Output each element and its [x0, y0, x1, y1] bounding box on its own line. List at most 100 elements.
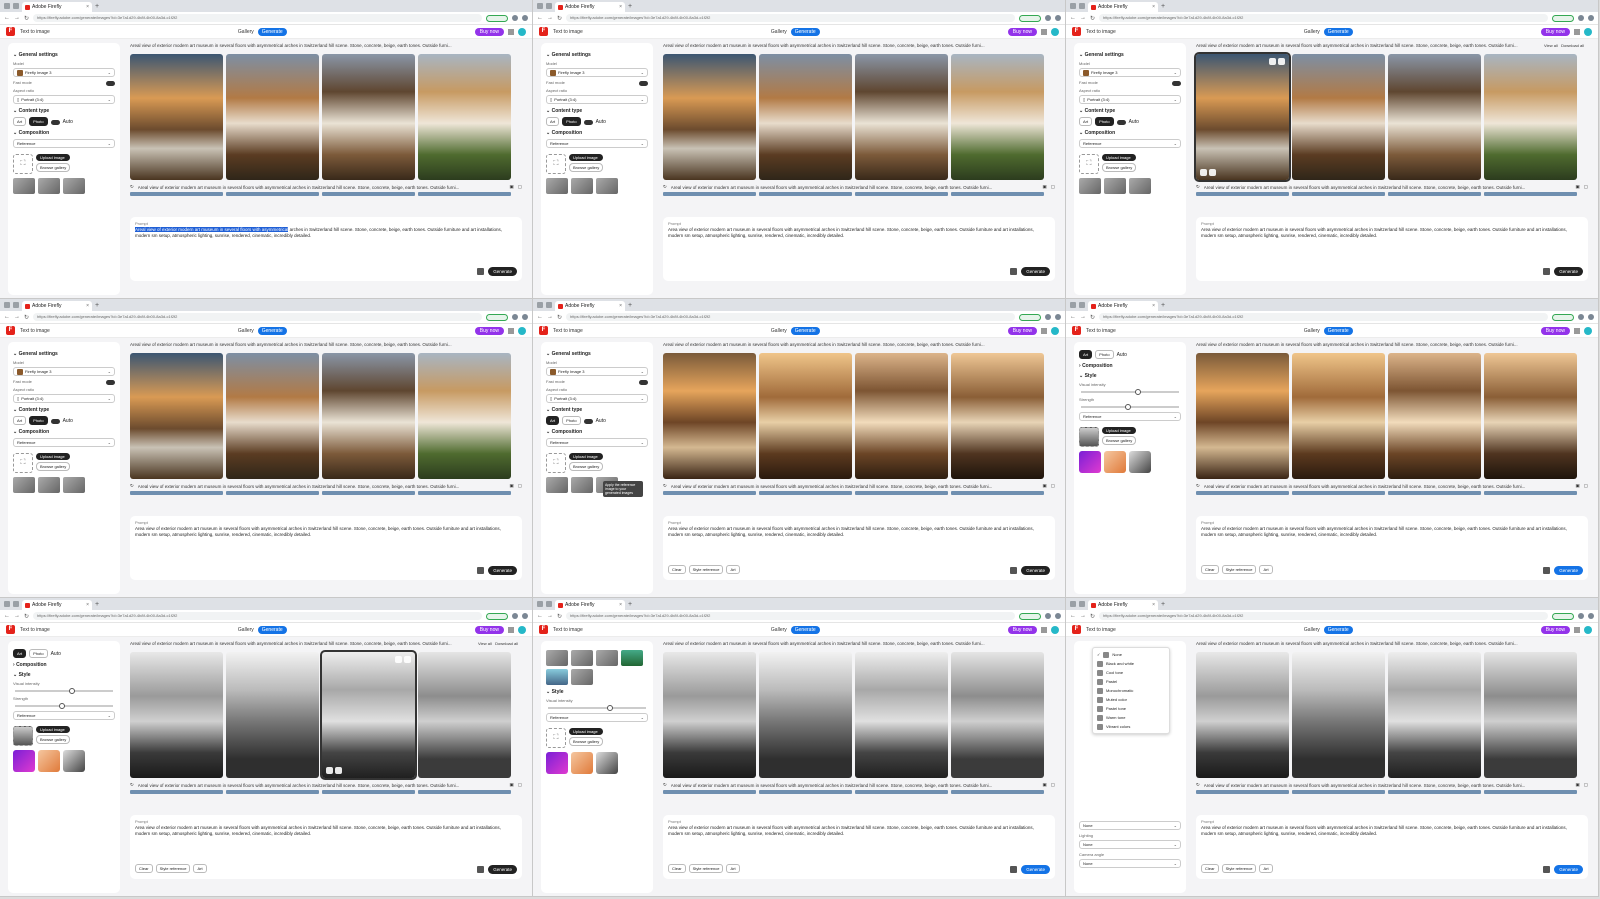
general-settings-heading[interactable]: ⌄ General settings	[1079, 52, 1181, 58]
generate-tab[interactable]: Generate	[257, 326, 287, 335]
url-input[interactable]: https://firefly.adobe.com/generate/image…	[566, 313, 1015, 321]
copy-icon[interactable]: ▣	[1042, 184, 1046, 190]
extension-icon[interactable]	[512, 613, 518, 619]
generated-image[interactable]	[1388, 353, 1481, 479]
composition-thumb[interactable]	[596, 178, 618, 194]
adobe-logo-icon[interactable]: F	[6, 326, 15, 335]
general-settings-heading[interactable]: ⌄ General settings	[546, 52, 648, 58]
style-thumb[interactable]	[38, 750, 60, 772]
reload-icon[interactable]: ↻	[557, 15, 562, 22]
style-reference-image[interactable]	[1079, 427, 1099, 447]
content-type-heading[interactable]: ⌄ Content type	[13, 407, 115, 413]
generated-image[interactable]	[855, 652, 948, 778]
window-control-icon[interactable]	[546, 302, 552, 308]
browse-gallery-button[interactable]: Browse gallery	[36, 734, 71, 744]
profile-icon[interactable]	[1055, 15, 1061, 21]
back-arrow-icon[interactable]: ←	[1070, 15, 1076, 21]
extension-pill[interactable]	[1552, 14, 1574, 22]
new-tab-button[interactable]: +	[95, 601, 99, 608]
refresh-icon[interactable]: ↻	[130, 782, 134, 788]
generate-button[interactable]: Generate	[1021, 566, 1050, 575]
composition-heading[interactable]: › Composition	[13, 662, 115, 668]
refresh-icon[interactable]: ↻	[1196, 782, 1200, 788]
content-type-heading[interactable]: ⌄ Content type	[1079, 108, 1181, 114]
url-input[interactable]: https://firefly.adobe.com/generate/image…	[566, 14, 1015, 22]
effects-menu-item[interactable]: Cool tone	[1093, 668, 1169, 677]
prompt-settings-icon[interactable]	[1543, 866, 1550, 873]
generated-image[interactable]	[663, 54, 756, 180]
reload-icon[interactable]: ↻	[24, 314, 29, 321]
browse-gallery-button[interactable]: Browse gallery	[569, 736, 604, 746]
info-icon[interactable]: ▢	[518, 483, 522, 489]
upload-image-button[interactable]: Upload image	[569, 153, 604, 161]
apps-grid-icon[interactable]	[1573, 28, 1580, 35]
window-control-icon[interactable]	[4, 601, 10, 607]
style-thumb[interactable]	[596, 650, 618, 666]
copy-icon[interactable]: ▣	[509, 184, 513, 190]
info-icon[interactable]: ▢	[1584, 184, 1588, 190]
composition-thumb[interactable]	[1104, 178, 1126, 194]
prompt-text[interactable]: Area view of exterior modern art museum …	[135, 526, 517, 538]
refresh-icon[interactable]: ↻	[1196, 184, 1200, 190]
style-thumb[interactable]	[596, 752, 618, 774]
refresh-icon[interactable]: ↻	[1196, 483, 1200, 489]
composition-thumb[interactable]	[571, 477, 593, 493]
copy-icon[interactable]: ▣	[509, 782, 513, 788]
window-control-icon[interactable]	[1070, 601, 1076, 607]
generate-button[interactable]: Generate	[1554, 865, 1583, 874]
back-to-text-to-image[interactable]: Text to image	[1086, 29, 1116, 35]
content-type-heading[interactable]: ⌄ Content type	[13, 108, 115, 114]
prompt-settings-icon[interactable]	[1010, 567, 1017, 574]
tab-close-icon[interactable]: ×	[86, 602, 89, 608]
gallery-tab[interactable]: Gallery	[238, 627, 254, 633]
new-tab-button[interactable]: +	[628, 601, 632, 608]
generated-image[interactable]	[1194, 52, 1291, 182]
buy-now-button[interactable]: Buy now	[474, 326, 504, 335]
content-art-button[interactable]: Art	[1079, 117, 1093, 126]
extension-icon[interactable]	[512, 15, 518, 21]
reload-icon[interactable]: ↻	[24, 613, 29, 620]
auto-toggle[interactable]	[50, 119, 60, 125]
generate-tab[interactable]: Generate	[257, 625, 287, 634]
visual-intensity-slider[interactable]	[548, 705, 646, 711]
new-tab-button[interactable]: +	[1161, 302, 1165, 309]
reload-icon[interactable]: ↻	[1090, 314, 1095, 321]
reference-select[interactable]: Reference ⌄	[1079, 139, 1181, 148]
adobe-logo-icon[interactable]: F	[1072, 625, 1081, 634]
generate-tab[interactable]: Generate	[790, 326, 820, 335]
new-tab-button[interactable]: +	[95, 3, 99, 10]
prompt-text[interactable]: Area view of exterior modern art museum …	[668, 825, 1050, 837]
style-heading[interactable]: ⌄ Style	[1079, 373, 1181, 379]
content-art-button[interactable]: Art	[13, 649, 27, 658]
composition-thumb[interactable]	[571, 178, 593, 194]
avatar[interactable]	[1583, 326, 1592, 335]
profile-icon[interactable]	[1588, 15, 1594, 21]
aspect-ratio-select[interactable]: ▯ Portrait (3:4) ⌄	[13, 95, 115, 104]
generate-tab[interactable]: Generate	[1323, 625, 1353, 634]
extension-pill[interactable]	[1019, 612, 1041, 620]
thumbs-up-icon[interactable]	[326, 767, 333, 774]
fast-mode-toggle[interactable]	[639, 380, 648, 385]
style-thumb[interactable]	[546, 752, 568, 774]
prompt-settings-icon[interactable]	[1543, 268, 1550, 275]
generate-tab[interactable]: Generate	[257, 27, 287, 36]
effects-select[interactable]: None ⌄	[1079, 821, 1181, 830]
tab-close-icon[interactable]: ×	[86, 4, 89, 10]
composition-heading[interactable]: ⌄ Composition	[546, 130, 648, 136]
content-art-button[interactable]: Art	[13, 416, 27, 425]
content-photo-button[interactable]: Photo	[1095, 117, 1114, 126]
generated-image[interactable]	[951, 652, 1044, 778]
new-tab-button[interactable]: +	[628, 302, 632, 309]
reference-select[interactable]: Reference ⌄	[13, 438, 115, 447]
style-heading[interactable]: ⌄ Style	[13, 672, 115, 678]
forward-arrow-icon[interactable]: →	[14, 15, 20, 21]
apps-grid-icon[interactable]	[1573, 327, 1580, 334]
upload-image-button[interactable]: Upload image	[569, 727, 604, 735]
back-to-text-to-image[interactable]: Text to image	[20, 627, 50, 633]
info-icon[interactable]: ▢	[518, 782, 522, 788]
buy-now-button[interactable]: Buy now	[474, 27, 504, 36]
window-control-icon[interactable]	[1079, 3, 1085, 9]
prompt-box[interactable]: Prompt Area view of exterior modern art …	[1196, 815, 1588, 879]
window-control-icon[interactable]	[13, 302, 19, 308]
edit-icon[interactable]	[395, 656, 402, 663]
